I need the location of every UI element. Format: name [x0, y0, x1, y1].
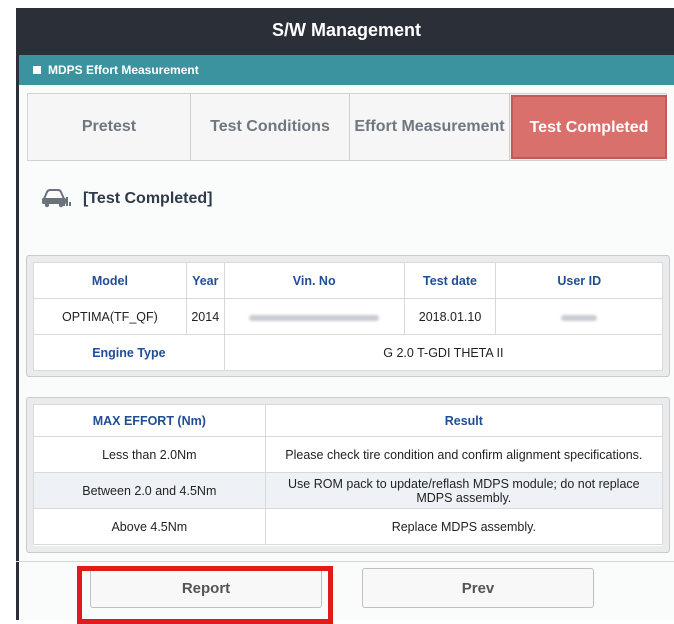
- header-max-effort: MAX EFFORT (Nm): [33, 404, 266, 437]
- effort-range: Less than 2.0Nm: [33, 436, 266, 473]
- subheader-bar: MDPS Effort Measurement: [19, 55, 674, 85]
- vehicle-info-panel: Model Year Vin. No Test date User ID OPT…: [26, 255, 670, 377]
- effort-range: Above 4.5Nm: [33, 508, 266, 545]
- header-test-date: Test date: [403, 262, 497, 299]
- effort-range: Between 2.0 and 4.5Nm: [33, 472, 266, 509]
- header-user-id: User ID: [495, 262, 663, 299]
- square-bullet-icon: [33, 66, 41, 74]
- tab-test-conditions[interactable]: Test Conditions: [191, 94, 350, 160]
- header-year: Year: [185, 262, 225, 299]
- app-window: S/W Management MDPS Effort Measurement P…: [16, 8, 674, 620]
- tab-test-completed[interactable]: Test Completed: [511, 95, 667, 159]
- engine-type-label: Engine Type: [33, 334, 225, 371]
- year-value: 2014: [185, 298, 225, 335]
- header-result: Result: [264, 404, 664, 437]
- car-diagnostic-icon: [41, 188, 71, 213]
- redacted-vin: [249, 314, 380, 321]
- section-title: [Test Completed]: [83, 190, 213, 207]
- result-criteria-panel: MAX EFFORT (Nm) Result Less than 2.0Nm P…: [26, 397, 670, 553]
- result-criteria-table: MAX EFFORT (Nm) Result Less than 2.0Nm P…: [33, 404, 664, 545]
- footer-divider: [16, 561, 674, 562]
- report-highlight-box: [77, 566, 333, 624]
- prev-button[interactable]: Prev: [362, 568, 594, 608]
- vin-value: [223, 298, 405, 335]
- result-text: Please check tire condition and confirm …: [264, 436, 664, 473]
- window-title: S/W Management: [19, 8, 674, 55]
- vehicle-info-table: Model Year Vin. No Test date User ID OPT…: [33, 262, 664, 371]
- engine-type-value: G 2.0 T-GDI THETA II: [223, 334, 664, 371]
- user-id-value: [495, 298, 663, 335]
- section-heading: [Test Completed]: [41, 188, 212, 213]
- step-tabs: Pretest Test Conditions Effort Measureme…: [27, 93, 667, 161]
- redacted-user-id: [561, 314, 598, 321]
- tab-effort-measurement[interactable]: Effort Measurement: [350, 94, 510, 160]
- tab-pretest[interactable]: Pretest: [28, 94, 191, 160]
- test-date-value: 2018.01.10: [403, 298, 497, 335]
- model-value: OPTIMA(TF_QF): [33, 298, 187, 335]
- header-model: Model: [33, 262, 187, 299]
- subheader-title: MDPS Effort Measurement: [48, 63, 199, 77]
- result-text: Replace MDPS assembly.: [264, 508, 664, 545]
- result-text: Use ROM pack to update/reflash MDPS modu…: [264, 472, 664, 509]
- header-vin: Vin. No: [223, 262, 405, 299]
